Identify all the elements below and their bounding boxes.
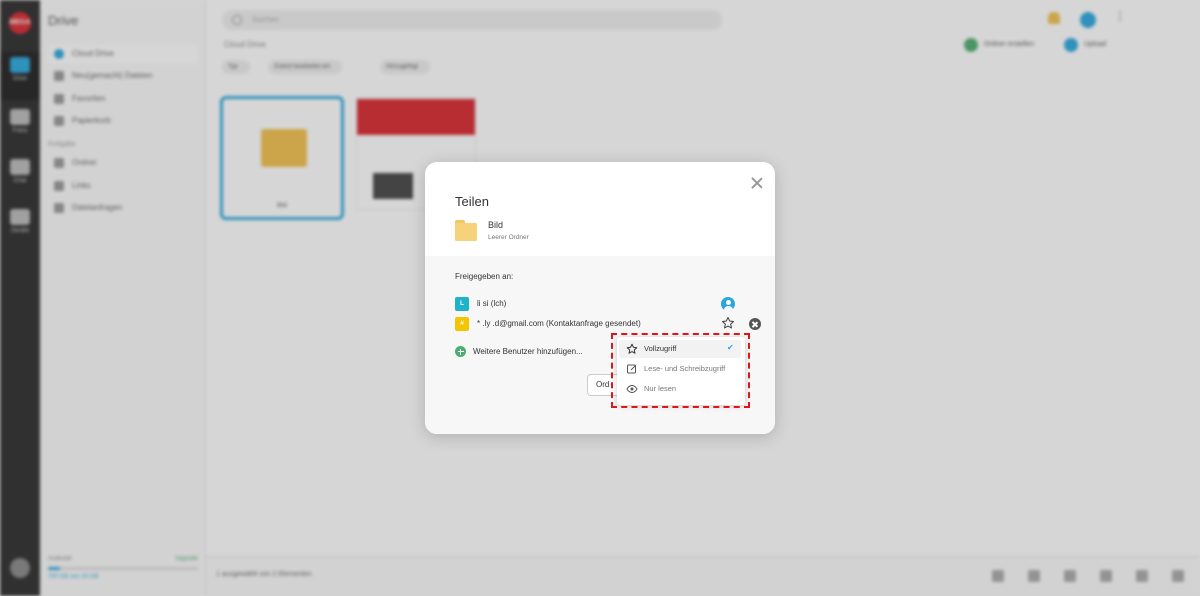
share-user-row: L li si (lch) xyxy=(455,297,765,311)
permission-option-read-write[interactable]: Lese- und Schreibzugriff xyxy=(619,360,741,378)
permission-label: Lese- und Schreibzugriff xyxy=(644,364,726,373)
remove-user-icon[interactable] xyxy=(749,318,761,330)
user-name: li si (lch) xyxy=(477,299,507,308)
permission-dropdown: Vollzugriff ✔ Lese- und Schreibzugriff N… xyxy=(617,337,745,405)
add-users-button[interactable]: Weitere Benutzer hinzufügen... xyxy=(455,346,615,358)
permission-label: Vollzugriff xyxy=(644,344,677,353)
shared-item-name: Bild xyxy=(488,220,504,230)
check-icon: ✔ xyxy=(727,343,734,352)
permission-option-full-access[interactable]: Vollzugriff ✔ xyxy=(619,340,741,358)
shared-item-subtitle: Leerer Ordner xyxy=(488,234,529,241)
close-icon[interactable] xyxy=(750,176,764,190)
user-badge: # xyxy=(455,317,469,331)
dialog-title: Teilen xyxy=(455,194,489,209)
share-user-row: # * .ly .d@gmail.com (Kontaktanfrage ges… xyxy=(455,316,765,331)
user-email: * .ly .d@gmail.com (Kontaktanfrage gesen… xyxy=(477,319,641,328)
folder-icon xyxy=(455,220,477,241)
add-icon xyxy=(455,346,466,357)
edit-icon xyxy=(627,364,636,374)
star-icon[interactable] xyxy=(721,316,735,330)
permission-option-read-only[interactable]: Nur lesen xyxy=(619,380,741,398)
owner-icon xyxy=(721,297,735,311)
user-badge: L xyxy=(455,297,469,311)
shared-with-label: Freigegeben an: xyxy=(455,272,514,281)
eye-icon xyxy=(626,384,638,394)
add-users-label: Weitere Benutzer hinzufügen... xyxy=(473,347,583,356)
star-icon xyxy=(626,343,638,354)
permission-label: Nur lesen xyxy=(644,384,677,393)
